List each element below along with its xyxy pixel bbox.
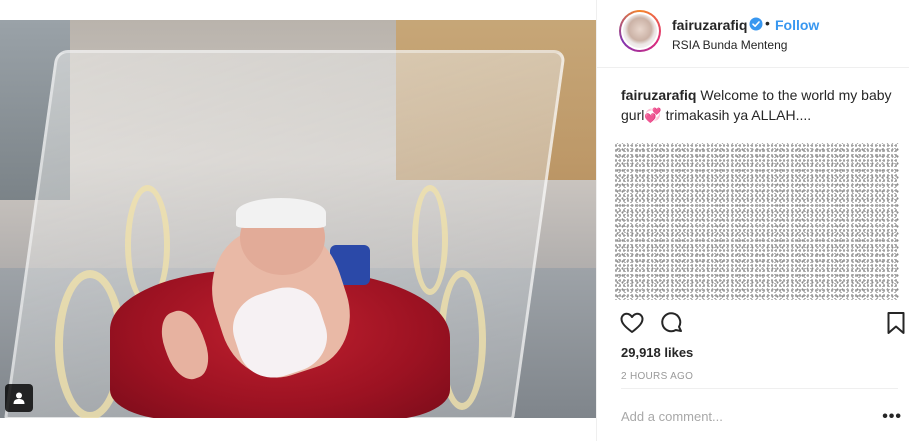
location-link[interactable]: RSIA Bunda Menteng <box>672 38 787 52</box>
baby-cap <box>236 198 326 228</box>
avatar-ring <box>621 12 659 50</box>
separator-dot: • <box>765 15 770 31</box>
more-options-icon[interactable]: ••• <box>882 408 902 426</box>
comment-icon[interactable] <box>659 310 685 336</box>
redacted-comments <box>614 143 899 300</box>
follow-button[interactable]: Follow <box>775 17 819 33</box>
bookmark-icon[interactable] <box>883 310 909 336</box>
like-count[interactable]: 29,918 likes <box>621 345 693 360</box>
user-tag-icon[interactable] <box>5 384 33 412</box>
timestamp[interactable]: 2 HOURS AGO <box>621 371 693 382</box>
post-photo[interactable] <box>0 20 596 418</box>
caption-username[interactable]: fairuzarafiq <box>621 87 696 103</box>
post-details-panel: fairuzarafiq • Follow RSIA Bunda Menteng… <box>596 0 909 441</box>
verified-badge-icon <box>749 17 763 31</box>
heart-icon[interactable] <box>619 310 645 336</box>
post-header: fairuzarafiq • Follow RSIA Bunda Menteng <box>597 0 909 68</box>
incubator-port <box>412 185 448 295</box>
caption: fairuzarafiq Welcome to the world my bab… <box>621 85 896 125</box>
username-link[interactable]: fairuzarafiq <box>672 17 747 33</box>
avatar-image <box>623 14 657 48</box>
avatar[interactable] <box>619 10 661 52</box>
comment-bar: ••• <box>621 388 901 441</box>
comment-input[interactable] <box>621 409 851 424</box>
action-bar <box>597 306 909 340</box>
